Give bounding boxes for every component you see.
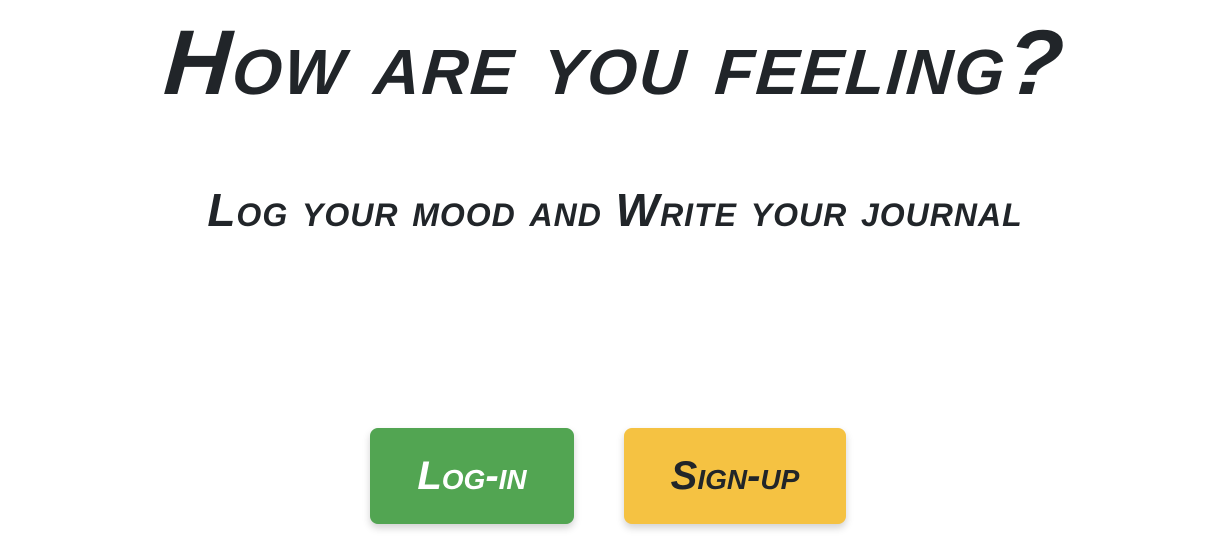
page-title: How are you feeling? <box>161 12 1069 114</box>
login-button[interactable]: Log-in <box>370 428 574 524</box>
signup-button[interactable]: Sign-up <box>624 428 846 524</box>
page-subtitle: Log your mood and Write your journal <box>207 184 1023 236</box>
